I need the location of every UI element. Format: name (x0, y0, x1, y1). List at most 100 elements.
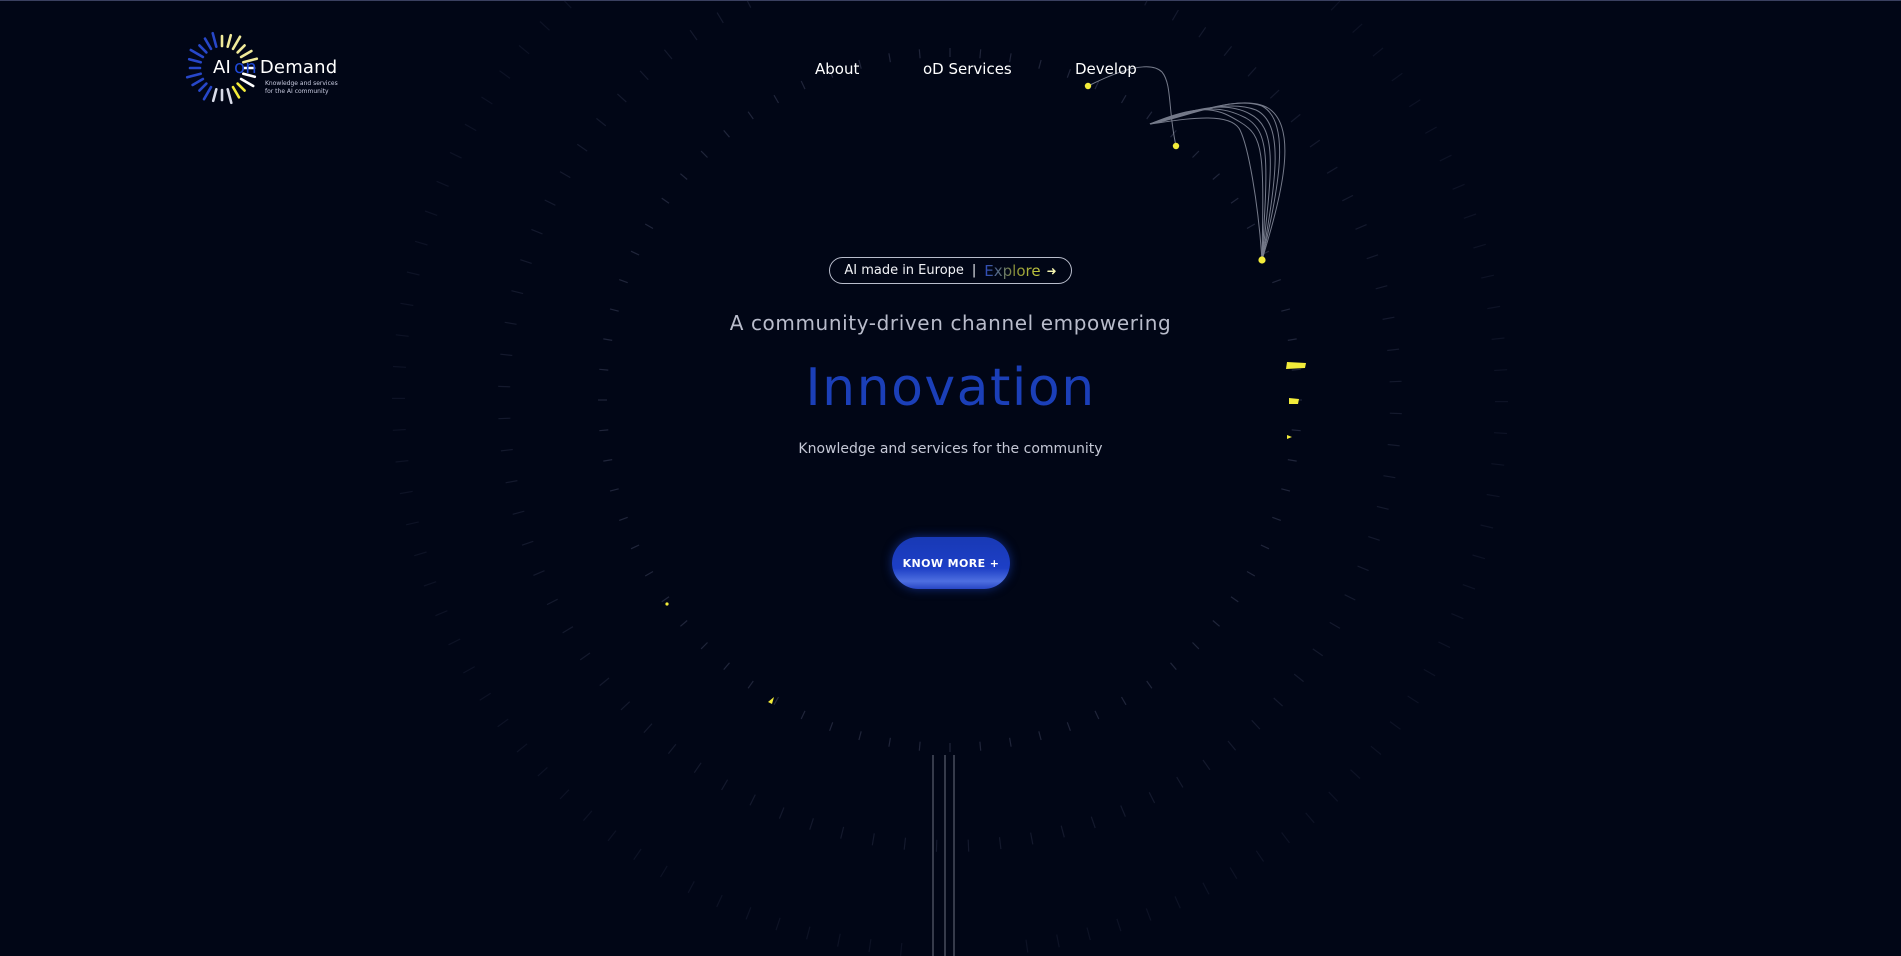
ring-tick (1312, 648, 1324, 657)
ring-tick (700, 150, 708, 158)
announcement-pill: AI made in Europe | Explore ➜ (829, 257, 1072, 284)
ring-tick (1366, 254, 1379, 260)
logo-ray (226, 33, 233, 49)
nav-item-about[interactable]: About (815, 60, 859, 78)
ring-tick (533, 570, 545, 576)
ring-tick (663, 49, 673, 60)
ring-tick (775, 917, 781, 931)
ring-tick (1486, 493, 1500, 498)
ring-tick (449, 151, 462, 159)
ring-tick (1202, 759, 1211, 771)
ring-tick (918, 49, 921, 59)
ring-tick (773, 94, 780, 104)
ring-tick (1452, 183, 1465, 190)
ring-tick (1251, 719, 1261, 730)
ring-tick (618, 279, 628, 284)
nav-item-od-services[interactable]: oD Services (923, 60, 1012, 78)
ring-tick (998, 837, 1002, 850)
ring-tick (599, 429, 609, 432)
ring-tick (562, 626, 574, 634)
logo-ray (226, 87, 233, 105)
ring-tick (721, 779, 729, 791)
ring-tick (1438, 641, 1451, 649)
ring-tick (1025, 939, 1029, 953)
logo-ray (202, 85, 213, 101)
ring-tick (1229, 867, 1238, 880)
ring-tick (520, 259, 532, 264)
ring-tick (1212, 173, 1220, 180)
ring-tick (392, 428, 406, 431)
ring-tick (1480, 524, 1494, 529)
ring-tick (689, 29, 698, 41)
ring-tick (1145, 908, 1152, 921)
ring-tick (423, 581, 437, 587)
ring-tick (1357, 565, 1369, 572)
ring-tick (979, 741, 982, 751)
ring-tick (1290, 113, 1301, 123)
ring-tick (1192, 642, 1200, 650)
ring-tick (1120, 696, 1127, 706)
ring-tick (414, 240, 428, 246)
ring-tick (1030, 832, 1034, 845)
ring-tick (1425, 126, 1437, 134)
ring-tick (516, 743, 528, 753)
nav-item-develop[interactable]: Develop (1075, 60, 1137, 78)
ring-tick (1352, 23, 1363, 34)
ring-tick (1009, 737, 1012, 747)
ring-tick (1287, 459, 1297, 462)
ring-tick (643, 723, 653, 734)
ring-tick (1174, 896, 1181, 909)
ring-tick (579, 652, 591, 661)
ring-tick (1090, 816, 1096, 829)
ring-tick (1472, 554, 1486, 560)
ring-tick (1407, 695, 1419, 704)
ring-tick (700, 642, 708, 650)
ring-tick (1120, 94, 1127, 104)
ring-tick (1255, 850, 1265, 862)
ring-tick (562, 0, 572, 9)
know-more-button[interactable]: KNOW MORE + (892, 537, 1010, 589)
ring-tick (559, 171, 571, 179)
logo-ray (231, 35, 242, 51)
ring-tick (463, 666, 475, 674)
ring-tick (1170, 130, 1177, 138)
logo-ray (231, 85, 241, 99)
ring-tick (1146, 680, 1153, 689)
ring-tick (603, 459, 613, 462)
ring-tick (539, 21, 550, 31)
ring-tick (871, 833, 875, 846)
ring-tick (512, 510, 525, 515)
ring-tick (644, 570, 654, 577)
ring-tick (1493, 432, 1508, 435)
ring-tick (518, 45, 530, 55)
ring-tick (609, 488, 619, 492)
ring-tick (1086, 927, 1091, 941)
ring-tick (1305, 812, 1315, 824)
ring-tick (599, 677, 610, 687)
ring-tick (1287, 338, 1297, 341)
logo-ray (198, 44, 208, 54)
ring-tick (1408, 99, 1421, 108)
ring-tick (661, 596, 670, 603)
ring-tick (1329, 621, 1341, 629)
ring-tick (868, 939, 872, 953)
ring-tick (778, 807, 785, 819)
explore-link[interactable]: Explore ➜ (984, 262, 1056, 280)
ring-tick (559, 789, 570, 800)
ring-tick (1066, 722, 1071, 732)
ring-tick (1038, 731, 1042, 741)
ring-tick (607, 830, 617, 842)
ring-tick (809, 818, 814, 830)
ring-tick (481, 96, 493, 105)
pill-separator: | (971, 263, 977, 278)
ring-tick (687, 881, 695, 894)
ring-tick (1171, 9, 1179, 21)
ring-tick (511, 290, 524, 295)
ring-tick (747, 680, 754, 689)
ring-tick (745, 907, 752, 920)
hero-tagline: Knowledge and services for the community (798, 441, 1103, 457)
ring-tick (1326, 166, 1338, 174)
main-nav: About oD Services Develop (0, 60, 1901, 84)
ring-tick (900, 942, 903, 956)
ring-tick (773, 696, 780, 706)
